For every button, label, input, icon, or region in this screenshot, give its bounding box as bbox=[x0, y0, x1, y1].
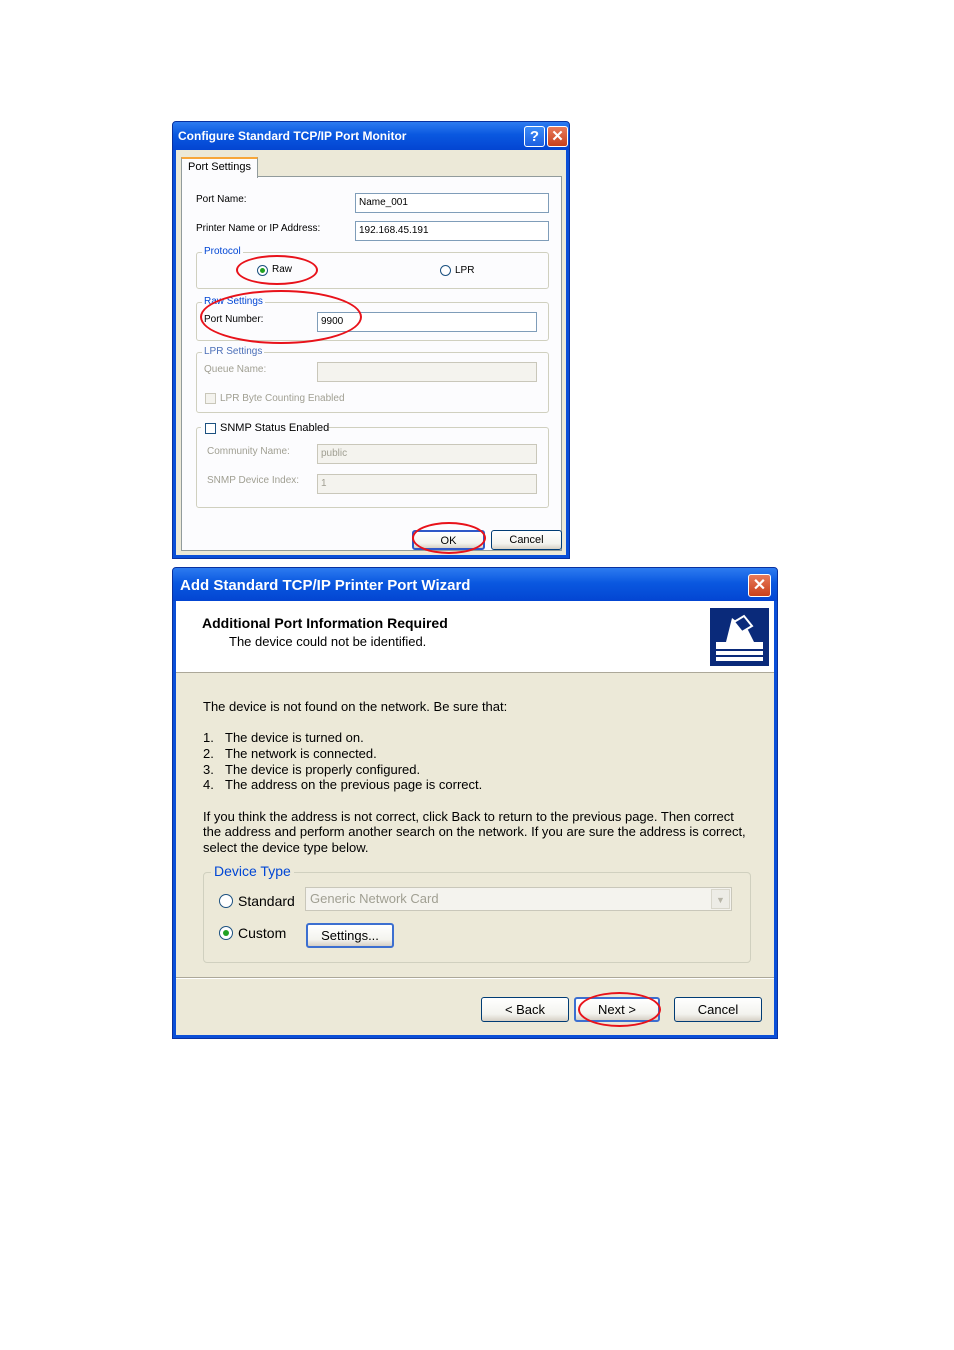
tab-port-settings[interactable]: Port Settings bbox=[181, 157, 258, 178]
checklist-num-4: 4. bbox=[203, 777, 214, 792]
printer-ip-label: Printer Name or IP Address: bbox=[196, 223, 321, 234]
annotation-ring-next bbox=[578, 992, 661, 1027]
device-type-title: Device Type bbox=[211, 863, 294, 879]
checklist-item-2: The network is connected. bbox=[225, 746, 377, 761]
advice-line-3: select the device type below. bbox=[203, 840, 369, 855]
printer-icon bbox=[710, 608, 769, 666]
lpr-label: LPR bbox=[455, 265, 475, 276]
port-wizard-dialog: Add Standard TCP/IP Printer Port Wizard … bbox=[172, 567, 778, 1039]
device-type-group bbox=[203, 872, 751, 963]
port-name-input[interactable]: Name_001 bbox=[355, 193, 549, 213]
community-name-label: Community Name: bbox=[207, 446, 290, 457]
annotation-ring-ok bbox=[412, 522, 486, 554]
custom-radio[interactable] bbox=[219, 926, 233, 940]
port-monitor-titlebar[interactable]: Configure Standard TCP/IP Port Monitor ?… bbox=[173, 122, 569, 150]
port-name-label: Port Name: bbox=[196, 194, 247, 205]
checklist-item-4: The address on the previous page is corr… bbox=[225, 777, 483, 792]
printer-ip-input[interactable]: 192.168.45.191 bbox=[355, 221, 549, 241]
queue-name-label: Queue Name: bbox=[204, 364, 267, 375]
port-wizard-body: Additional Port Information Required The… bbox=[176, 601, 774, 1035]
snmp-device-index-input[interactable]: 1 bbox=[317, 474, 537, 494]
help-icon[interactable]: ? bbox=[524, 126, 545, 147]
lpr-settings-title: LPR Settings bbox=[202, 346, 265, 357]
checklist-item-1: The device is turned on. bbox=[225, 730, 364, 745]
annotation-ring-port-number bbox=[200, 290, 362, 344]
header-title: Additional Port Information Required bbox=[202, 615, 448, 631]
port-monitor-body: Port Settings Port Name: Name_001 Printe… bbox=[176, 150, 566, 555]
footer-separator bbox=[176, 977, 774, 979]
port-monitor-dialog: Configure Standard TCP/IP Port Monitor ?… bbox=[172, 121, 570, 559]
standard-radio[interactable] bbox=[219, 894, 233, 908]
snmp-device-index-label: SNMP Device Index: bbox=[207, 475, 300, 486]
close-icon[interactable]: ✕ bbox=[547, 126, 568, 147]
wizard-header: Additional Port Information Required The… bbox=[176, 601, 774, 673]
advice-line-1: If you think the address is not correct,… bbox=[203, 809, 734, 824]
checklist-num-2: 2. bbox=[203, 746, 214, 761]
header-subtitle: The device could not be identified. bbox=[229, 634, 427, 649]
back-button[interactable]: < Back bbox=[481, 997, 569, 1022]
community-name-input[interactable]: public bbox=[317, 444, 537, 464]
device-type-select-value: Generic Network Card bbox=[310, 891, 439, 906]
checklist-num-3: 3. bbox=[203, 762, 214, 777]
protocol-title: Protocol bbox=[202, 246, 243, 257]
advice-line-2: the address and perform another search o… bbox=[203, 824, 746, 839]
chevron-down-icon[interactable]: ▼ bbox=[711, 889, 730, 909]
snmp-group bbox=[196, 427, 549, 508]
standard-label: Standard bbox=[238, 893, 295, 909]
device-type-select[interactable]: Generic Network Card ▼ bbox=[305, 887, 732, 911]
lpr-byte-counting-label: LPR Byte Counting Enabled bbox=[220, 393, 345, 404]
intro-text: The device is not found on the network. … bbox=[203, 699, 508, 714]
checklist-item-3: The device is properly configured. bbox=[225, 762, 421, 777]
settings-button[interactable]: Settings... bbox=[306, 923, 394, 948]
close-icon[interactable]: ✕ bbox=[748, 574, 771, 597]
queue-name-input[interactable] bbox=[317, 362, 537, 382]
port-wizard-titlebar[interactable]: Add Standard TCP/IP Printer Port Wizard … bbox=[173, 568, 777, 601]
lpr-radio[interactable] bbox=[440, 265, 451, 276]
snmp-enabled-checkbox[interactable] bbox=[205, 423, 216, 434]
port-wizard-title: Add Standard TCP/IP Printer Port Wizard bbox=[180, 577, 471, 594]
checklist-num-1: 1. bbox=[203, 730, 214, 745]
annotation-ring-raw bbox=[236, 255, 318, 285]
port-monitor-title: Configure Standard TCP/IP Port Monitor bbox=[178, 129, 407, 143]
custom-label: Custom bbox=[238, 925, 287, 941]
cancel-button[interactable]: Cancel bbox=[491, 530, 562, 550]
snmp-enabled-label: SNMP Status Enabled bbox=[220, 422, 330, 434]
lpr-byte-counting-checkbox[interactable] bbox=[205, 393, 216, 404]
cancel-button[interactable]: Cancel bbox=[674, 997, 762, 1022]
